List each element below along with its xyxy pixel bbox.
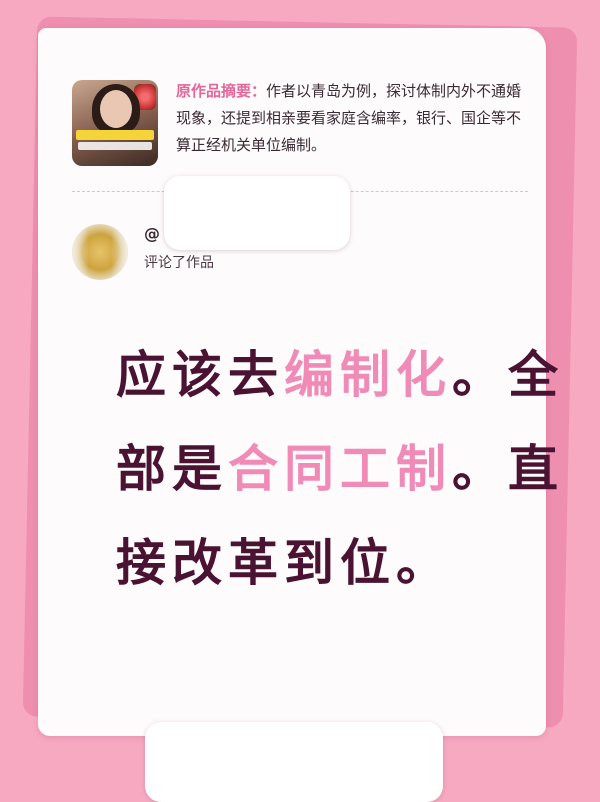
comment-segment: 应该去 (116, 346, 284, 404)
comment-highlight: 编制化 (284, 346, 452, 404)
comment-text: 应该去编制化。全部是合同工制。直接改革到位。 (116, 328, 596, 610)
commenter-handle[interactable]: @ (144, 224, 160, 243)
summary-text-block: 原作品摘要：作者以青岛为例，探讨体制内外不通婚现象，还提到相亲要看家庭含编率，银… (176, 78, 526, 159)
work-thumbnail[interactable] (72, 80, 158, 166)
redaction-box-username (164, 176, 350, 250)
redaction-box-footer (145, 722, 443, 802)
thumbnail-caption-banner (76, 130, 154, 140)
summary-label: 原作品摘要： (176, 82, 267, 100)
avatar-background (72, 224, 128, 280)
comment-highlight: 合同工制 (228, 440, 452, 498)
thumbnail-caption-banner-secondary (78, 142, 152, 150)
thumbnail-person-face (100, 90, 132, 128)
avatar[interactable] (72, 224, 128, 280)
commenter-action: 评论了作品 (144, 255, 214, 271)
comment-card: 原作品摘要：作者以青岛为例，探讨体制内外不通婚现象，还提到相亲要看家庭含编率，银… (38, 28, 558, 736)
original-work-summary[interactable]: 原作品摘要：作者以青岛为例，探讨体制内外不通婚现象，还提到相亲要看家庭含编率，银… (72, 78, 532, 178)
